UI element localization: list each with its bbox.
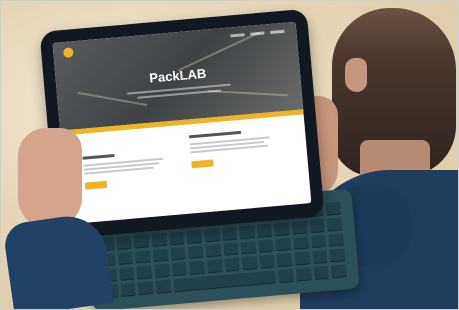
key [168,231,185,246]
key [120,282,136,297]
key [294,251,311,266]
key [205,243,222,258]
key [241,256,258,271]
key [222,242,239,257]
tablet-device: PackLAB [39,8,325,240]
key [187,245,204,260]
key [277,253,293,268]
key [274,221,290,236]
photo-scene: PackLAB [0,0,459,310]
key [151,232,167,247]
nav-link [230,33,245,38]
key [224,257,241,272]
key [221,226,238,241]
person-ear [345,58,367,92]
key [116,235,132,250]
key [171,262,188,277]
key [278,269,295,284]
key [170,246,186,261]
key [329,248,346,263]
key [291,220,308,235]
key [327,217,343,232]
key [331,264,347,279]
key [203,228,220,243]
key [152,248,169,263]
key [133,234,150,249]
key [325,201,342,216]
key [135,249,151,264]
key [136,265,153,280]
key [256,223,273,238]
space-key [172,270,277,293]
key [258,239,274,254]
nav-link [270,29,285,34]
key [206,259,223,274]
key [240,240,257,255]
column-heading [189,130,242,139]
column-heading [82,154,115,160]
key [189,261,205,276]
key [313,265,330,281]
tablet-screen: PackLAB [52,21,312,225]
logo-icon [62,47,74,59]
key [328,232,345,248]
key [239,224,255,239]
column-button [84,180,108,190]
key [154,264,170,279]
key [259,254,276,269]
key [155,279,172,294]
key [117,251,134,266]
key [310,234,327,249]
key [309,218,326,233]
column-button [191,159,214,169]
key [275,237,292,252]
hero-texture [77,91,148,107]
key [137,281,154,296]
key [295,267,312,282]
nav-link [250,31,265,36]
key [293,236,309,251]
left-hand [18,128,82,228]
key [186,229,203,244]
key [118,267,135,282]
key [312,250,328,265]
